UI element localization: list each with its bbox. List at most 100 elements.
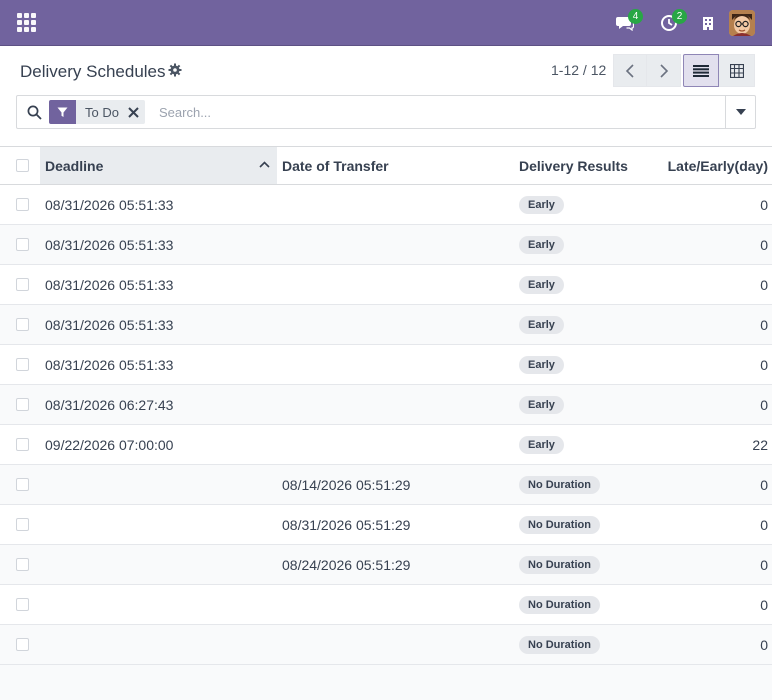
- table-row[interactable]: 08/24/2026 05:51:29 No Duration 0: [0, 545, 772, 585]
- row-checkbox[interactable]: [16, 558, 29, 571]
- pivot-view-button[interactable]: [719, 54, 755, 87]
- date-of-transfer-cell[interactable]: [282, 185, 512, 224]
- late-early-cell[interactable]: 0: [662, 545, 768, 584]
- deadline-cell[interactable]: [45, 545, 275, 584]
- deadline-cell[interactable]: 08/31/2026 06:27:43: [45, 385, 275, 424]
- row-checkbox[interactable]: [16, 438, 29, 451]
- pager-value[interactable]: 1-12 / 12: [551, 62, 606, 78]
- row-checkbox[interactable]: [16, 318, 29, 331]
- column-deadline[interactable]: Deadline: [40, 147, 277, 184]
- column-date-of-transfer-label: Date of Transfer: [282, 157, 389, 174]
- search-input[interactable]: [159, 102, 719, 122]
- column-delivery-results[interactable]: Delivery Results: [519, 147, 659, 184]
- column-deadline-label: Deadline: [45, 157, 104, 174]
- date-of-transfer-cell[interactable]: [282, 385, 512, 424]
- date-of-transfer-cell[interactable]: [282, 345, 512, 384]
- row-checkbox[interactable]: [16, 638, 29, 651]
- row-checkbox[interactable]: [16, 598, 29, 611]
- date-of-transfer-cell[interactable]: [282, 265, 512, 304]
- date-of-transfer-cell[interactable]: 08/14/2026 05:51:29: [282, 465, 512, 504]
- delivery-result-cell[interactable]: No Duration: [519, 625, 659, 664]
- date-of-transfer-cell[interactable]: 08/31/2026 05:51:29: [282, 505, 512, 544]
- date-of-transfer-cell[interactable]: [282, 585, 512, 624]
- user-avatar[interactable]: [729, 10, 755, 36]
- delivery-result-badge: Early: [519, 195, 564, 214]
- late-early-cell[interactable]: 0: [662, 225, 768, 264]
- column-late-early-day-label: Late/Early(day): [667, 157, 768, 174]
- row-checkbox[interactable]: [16, 358, 29, 371]
- deadline-cell[interactable]: [45, 465, 275, 504]
- table-row[interactable]: 08/31/2026 05:51:33 Early 0: [0, 185, 772, 225]
- delivery-result-cell[interactable]: Early: [519, 305, 659, 344]
- table-row[interactable]: No Duration 0: [0, 625, 772, 665]
- date-of-transfer-cell[interactable]: [282, 305, 512, 344]
- late-early-cell[interactable]: 0: [662, 385, 768, 424]
- deadline-cell[interactable]: 08/31/2026 05:51:33: [45, 185, 275, 224]
- search-options-toggle[interactable]: [725, 96, 755, 128]
- deadline-cell[interactable]: [45, 625, 275, 664]
- delivery-result-cell[interactable]: Early: [519, 385, 659, 424]
- delivery-result-cell[interactable]: Early: [519, 185, 659, 224]
- deadline-value: 09/22/2026 07:00:00: [45, 436, 174, 453]
- deadline-cell[interactable]: 08/31/2026 05:51:33: [45, 225, 275, 264]
- delivery-result-badge: No Duration: [519, 595, 600, 614]
- pager-previous-button[interactable]: [613, 54, 647, 87]
- delivery-result-cell[interactable]: Early: [519, 225, 659, 264]
- deadline-cell[interactable]: 08/31/2026 05:51:33: [45, 345, 275, 384]
- deadline-cell[interactable]: 08/31/2026 05:51:33: [45, 305, 275, 344]
- activities-button[interactable]: 2: [660, 9, 688, 36]
- late-early-value: 0: [760, 276, 768, 293]
- facet-remove-button[interactable]: [127, 100, 145, 124]
- late-early-cell[interactable]: 0: [662, 265, 768, 304]
- late-early-cell[interactable]: 0: [662, 345, 768, 384]
- column-date-of-transfer[interactable]: Date of Transfer: [282, 147, 512, 184]
- table-row[interactable]: No Duration 0: [0, 585, 772, 625]
- table-row[interactable]: 08/31/2026 05:51:33 Early 0: [0, 265, 772, 305]
- row-checkbox[interactable]: [16, 398, 29, 411]
- late-early-cell[interactable]: 0: [662, 625, 768, 664]
- late-early-cell[interactable]: 0: [662, 185, 768, 224]
- date-of-transfer-cell[interactable]: [282, 425, 512, 464]
- delivery-result-cell[interactable]: Early: [519, 345, 659, 384]
- delivery-result-cell[interactable]: Early: [519, 425, 659, 464]
- row-checkbox[interactable]: [16, 478, 29, 491]
- row-checkbox[interactable]: [16, 518, 29, 531]
- late-early-cell[interactable]: 0: [662, 305, 768, 344]
- select-all-checkbox[interactable]: [16, 159, 29, 172]
- table-row[interactable]: 08/31/2026 05:51:29 No Duration 0: [0, 505, 772, 545]
- date-of-transfer-cell[interactable]: 08/24/2026 05:51:29: [282, 545, 512, 584]
- table-row[interactable]: 08/31/2026 05:51:33 Early 0: [0, 345, 772, 385]
- deadline-cell[interactable]: 08/31/2026 05:51:33: [45, 265, 275, 304]
- pager-next-button[interactable]: [647, 54, 681, 87]
- deadline-cell[interactable]: [45, 505, 275, 544]
- table-row[interactable]: 08/31/2026 05:51:33 Early 0: [0, 305, 772, 345]
- gear-icon[interactable]: [168, 63, 182, 77]
- row-checkbox[interactable]: [16, 198, 29, 211]
- table-row[interactable]: 08/31/2026 06:27:43 Early 0: [0, 385, 772, 425]
- page-title[interactable]: Delivery Schedules: [20, 62, 166, 82]
- delivery-result-cell[interactable]: Early: [519, 265, 659, 304]
- deadline-cell[interactable]: [45, 585, 275, 624]
- table-row[interactable]: 08/31/2026 05:51:33 Early 0: [0, 225, 772, 265]
- delivery-result-cell[interactable]: No Duration: [519, 465, 659, 504]
- delivery-result-cell[interactable]: No Duration: [519, 505, 659, 544]
- row-checkbox[interactable]: [16, 278, 29, 291]
- messages-button[interactable]: 4: [616, 9, 643, 36]
- table-row[interactable]: 08/14/2026 05:51:29 No Duration 0: [0, 465, 772, 505]
- late-early-cell[interactable]: 22: [662, 425, 768, 464]
- row-checkbox[interactable]: [16, 238, 29, 251]
- late-early-cell[interactable]: 0: [662, 505, 768, 544]
- list-view-button[interactable]: [683, 54, 719, 87]
- delivery-result-cell[interactable]: No Duration: [519, 585, 659, 624]
- late-early-cell[interactable]: 0: [662, 465, 768, 504]
- deadline-cell[interactable]: 09/22/2026 07:00:00: [45, 425, 275, 464]
- date-of-transfer-cell[interactable]: [282, 625, 512, 664]
- app-menu-icon[interactable]: [17, 13, 36, 32]
- table-row[interactable]: 09/22/2026 07:00:00 Early 22: [0, 425, 772, 465]
- company-switcher[interactable]: [702, 10, 716, 36]
- late-early-cell[interactable]: 0: [662, 585, 768, 624]
- date-of-transfer-cell[interactable]: [282, 225, 512, 264]
- delivery-result-cell[interactable]: No Duration: [519, 545, 659, 584]
- column-late-early-day[interactable]: Late/Early(day): [662, 147, 768, 184]
- search-icon[interactable]: [27, 105, 42, 120]
